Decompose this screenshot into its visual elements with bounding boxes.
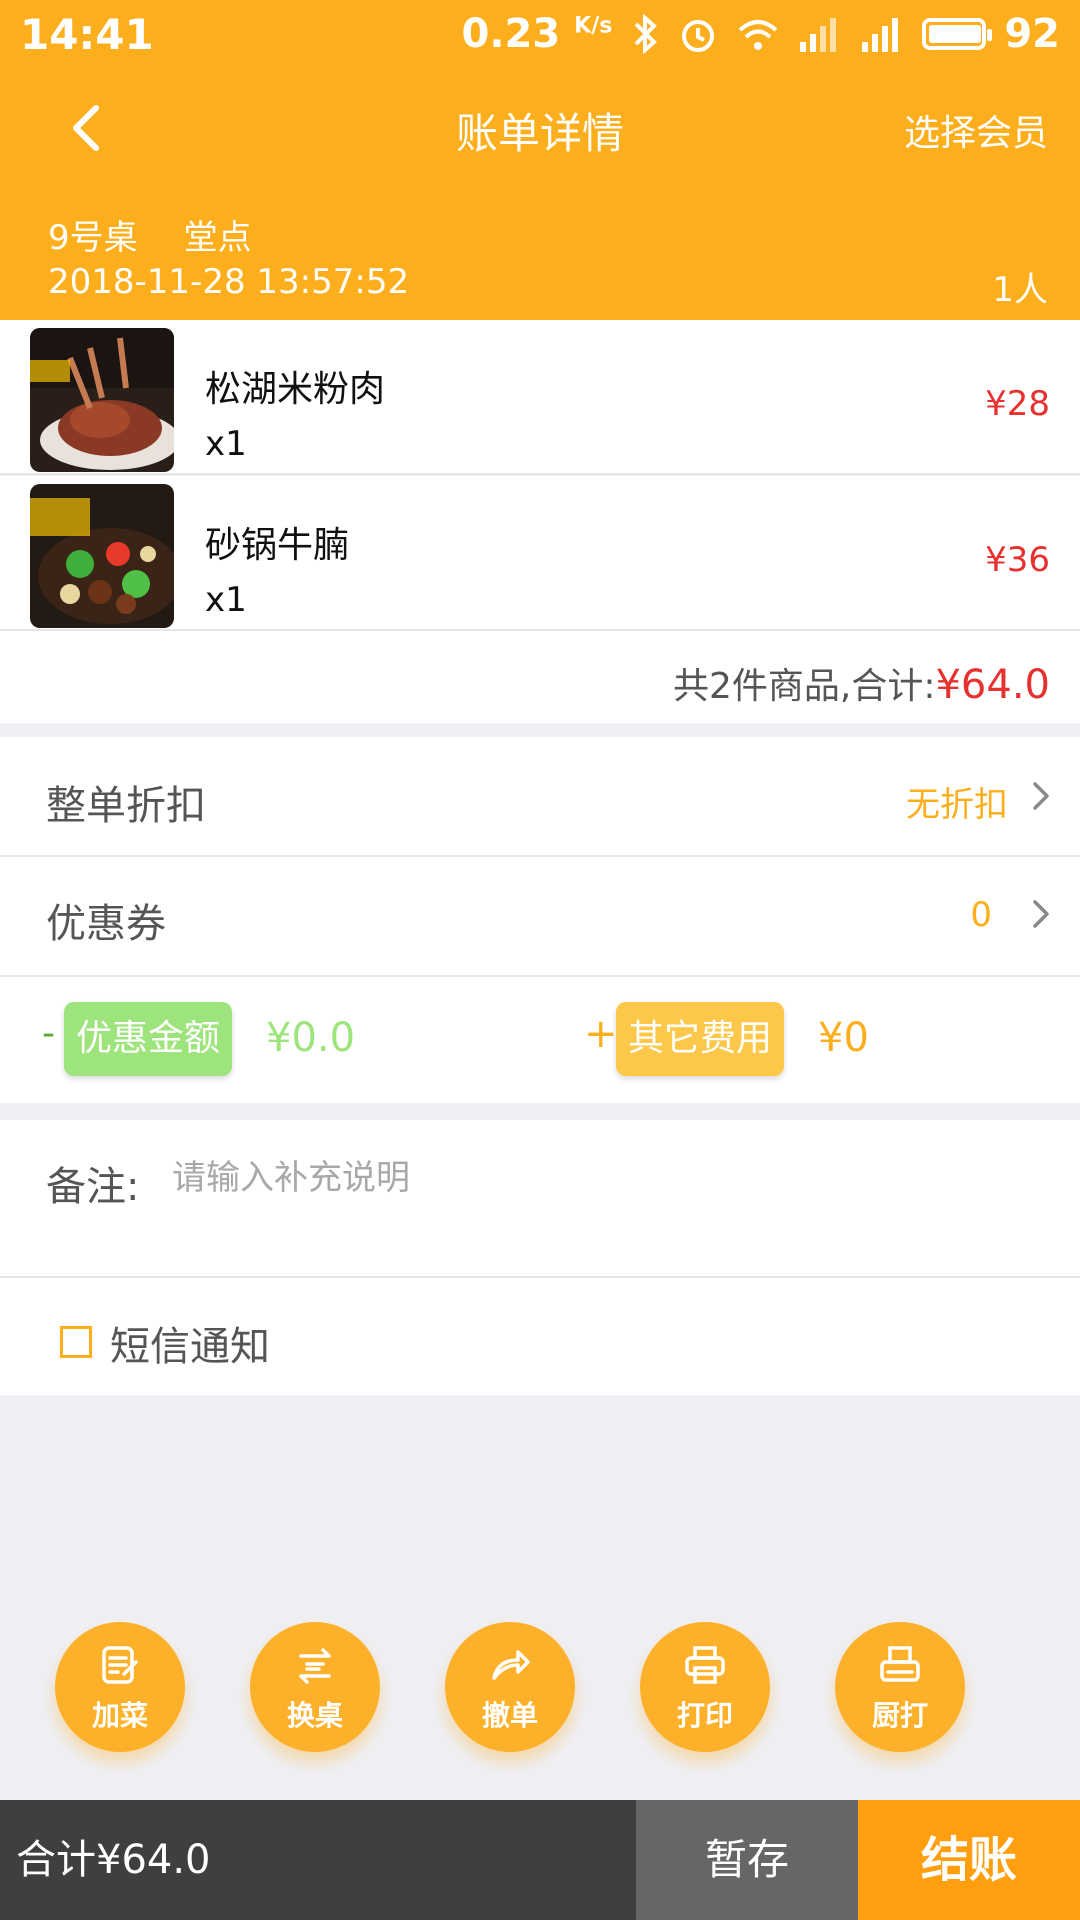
swap-table-icon (299, 1648, 331, 1684)
dish-name: 松湖米粉肉 (205, 369, 386, 410)
chevron-right-icon (1033, 782, 1049, 810)
discount-amount-button[interactable]: 优惠金额 (64, 1002, 233, 1076)
dish-name: 砂锅牛腩 (205, 525, 350, 566)
sms-checkbox[interactable] (60, 1326, 92, 1358)
plus-sign: + (584, 1011, 618, 1057)
discount-row[interactable]: 整单折扣 无折扣 (0, 737, 1080, 855)
action-label: 换桌 (286, 1699, 343, 1732)
print-button[interactable]: 打印 (640, 1622, 770, 1752)
coupon-label: 优惠券 (46, 901, 166, 947)
signal-4g-icon (800, 18, 837, 52)
minus-sign: - (42, 1013, 55, 1054)
adjustments-row: - 优惠金额 ¥0.0 + 其它费用 ¥0 (0, 977, 1080, 1103)
note-label: 备注: (46, 1164, 140, 1210)
dish-qty: x1 (205, 580, 247, 620)
add-dish-button[interactable]: 加菜 (55, 1622, 185, 1752)
chevron-right-icon (1033, 900, 1049, 928)
coupon-value: 0 (970, 895, 992, 935)
other-fees-value: ¥0 (818, 1015, 869, 1061)
dish-price: ¥28 (985, 384, 1050, 424)
order-summary: 共2件商品,合计:¥64.0 (0, 631, 1080, 723)
status-bar: 14:41 0.23 K/s 92 (0, 0, 1080, 68)
table-number: 9号桌 (48, 218, 138, 258)
discount-value: 无折扣 (906, 785, 1008, 825)
add-dish-icon (102, 1646, 138, 1684)
dish-photo (30, 328, 174, 472)
action-label: 打印 (676, 1699, 733, 1732)
status-time: 14:41 (20, 10, 154, 59)
summary-amount: ¥64.0 (935, 662, 1050, 708)
people-count: 1人 (992, 270, 1048, 310)
header-bar: 14:41 0.23 K/s 92 账单详情 选择会员 9号桌 堂点 2018-1… (0, 0, 1080, 320)
battery-icon (922, 18, 993, 50)
signal-icon (862, 18, 899, 52)
discount-amount-value: ¥0.0 (266, 1015, 356, 1061)
table-info: 9号桌 堂点 (48, 210, 298, 259)
action-label: 加菜 (91, 1699, 148, 1732)
summary-text: 共2件商品,合计: (673, 666, 936, 707)
printer-icon (685, 1646, 725, 1684)
swap-table-button[interactable]: 换桌 (250, 1622, 380, 1752)
dish-item[interactable]: 松湖米粉肉 x1 ¥28 (0, 320, 1080, 475)
sms-notify-row[interactable]: 短信通知 (0, 1278, 1080, 1395)
undo-order-button[interactable]: 撤单 (445, 1622, 575, 1752)
alarm-icon (682, 20, 715, 52)
order-type: 堂点 (183, 218, 252, 258)
undo-order-icon (492, 1650, 530, 1680)
action-label: 厨打 (871, 1699, 928, 1732)
select-member-button[interactable]: 选择会员 (904, 104, 1048, 156)
save-draft-button[interactable]: 暂存 (636, 1800, 858, 1920)
dish-photo (30, 484, 174, 628)
dish-qty: x1 (205, 424, 247, 464)
checkout-button[interactable]: 结账 (858, 1800, 1080, 1920)
action-label: 撤单 (481, 1699, 538, 1732)
kitchen-print-button[interactable]: 厨打 (835, 1622, 965, 1752)
bottom-bar: 合计¥64.0 暂存 结账 (0, 1800, 1080, 1920)
total-amount: 合计¥64.0 (0, 1800, 636, 1920)
bluetooth-icon (634, 14, 658, 54)
sms-label: 短信通知 (110, 1324, 270, 1370)
net-speed: 0.23 K/s (461, 11, 613, 57)
dish-price: ¥36 (985, 540, 1050, 580)
wifi-icon (739, 20, 778, 50)
note-input[interactable] (172, 1148, 992, 1208)
battery-percent: 92 (1004, 11, 1060, 57)
order-datetime: 2018-11-28 13:57:52 (48, 262, 410, 302)
coupon-row[interactable]: 优惠券 0 (0, 857, 1080, 975)
discount-label: 整单折扣 (46, 783, 206, 829)
other-fees-button[interactable]: 其它费用 (616, 1002, 785, 1076)
kitchen-print-icon (880, 1646, 920, 1682)
status-icons: 0.23 K/s 92 (462, 10, 1061, 58)
dish-item[interactable]: 砂锅牛腩 x1 ¥36 (0, 476, 1080, 631)
